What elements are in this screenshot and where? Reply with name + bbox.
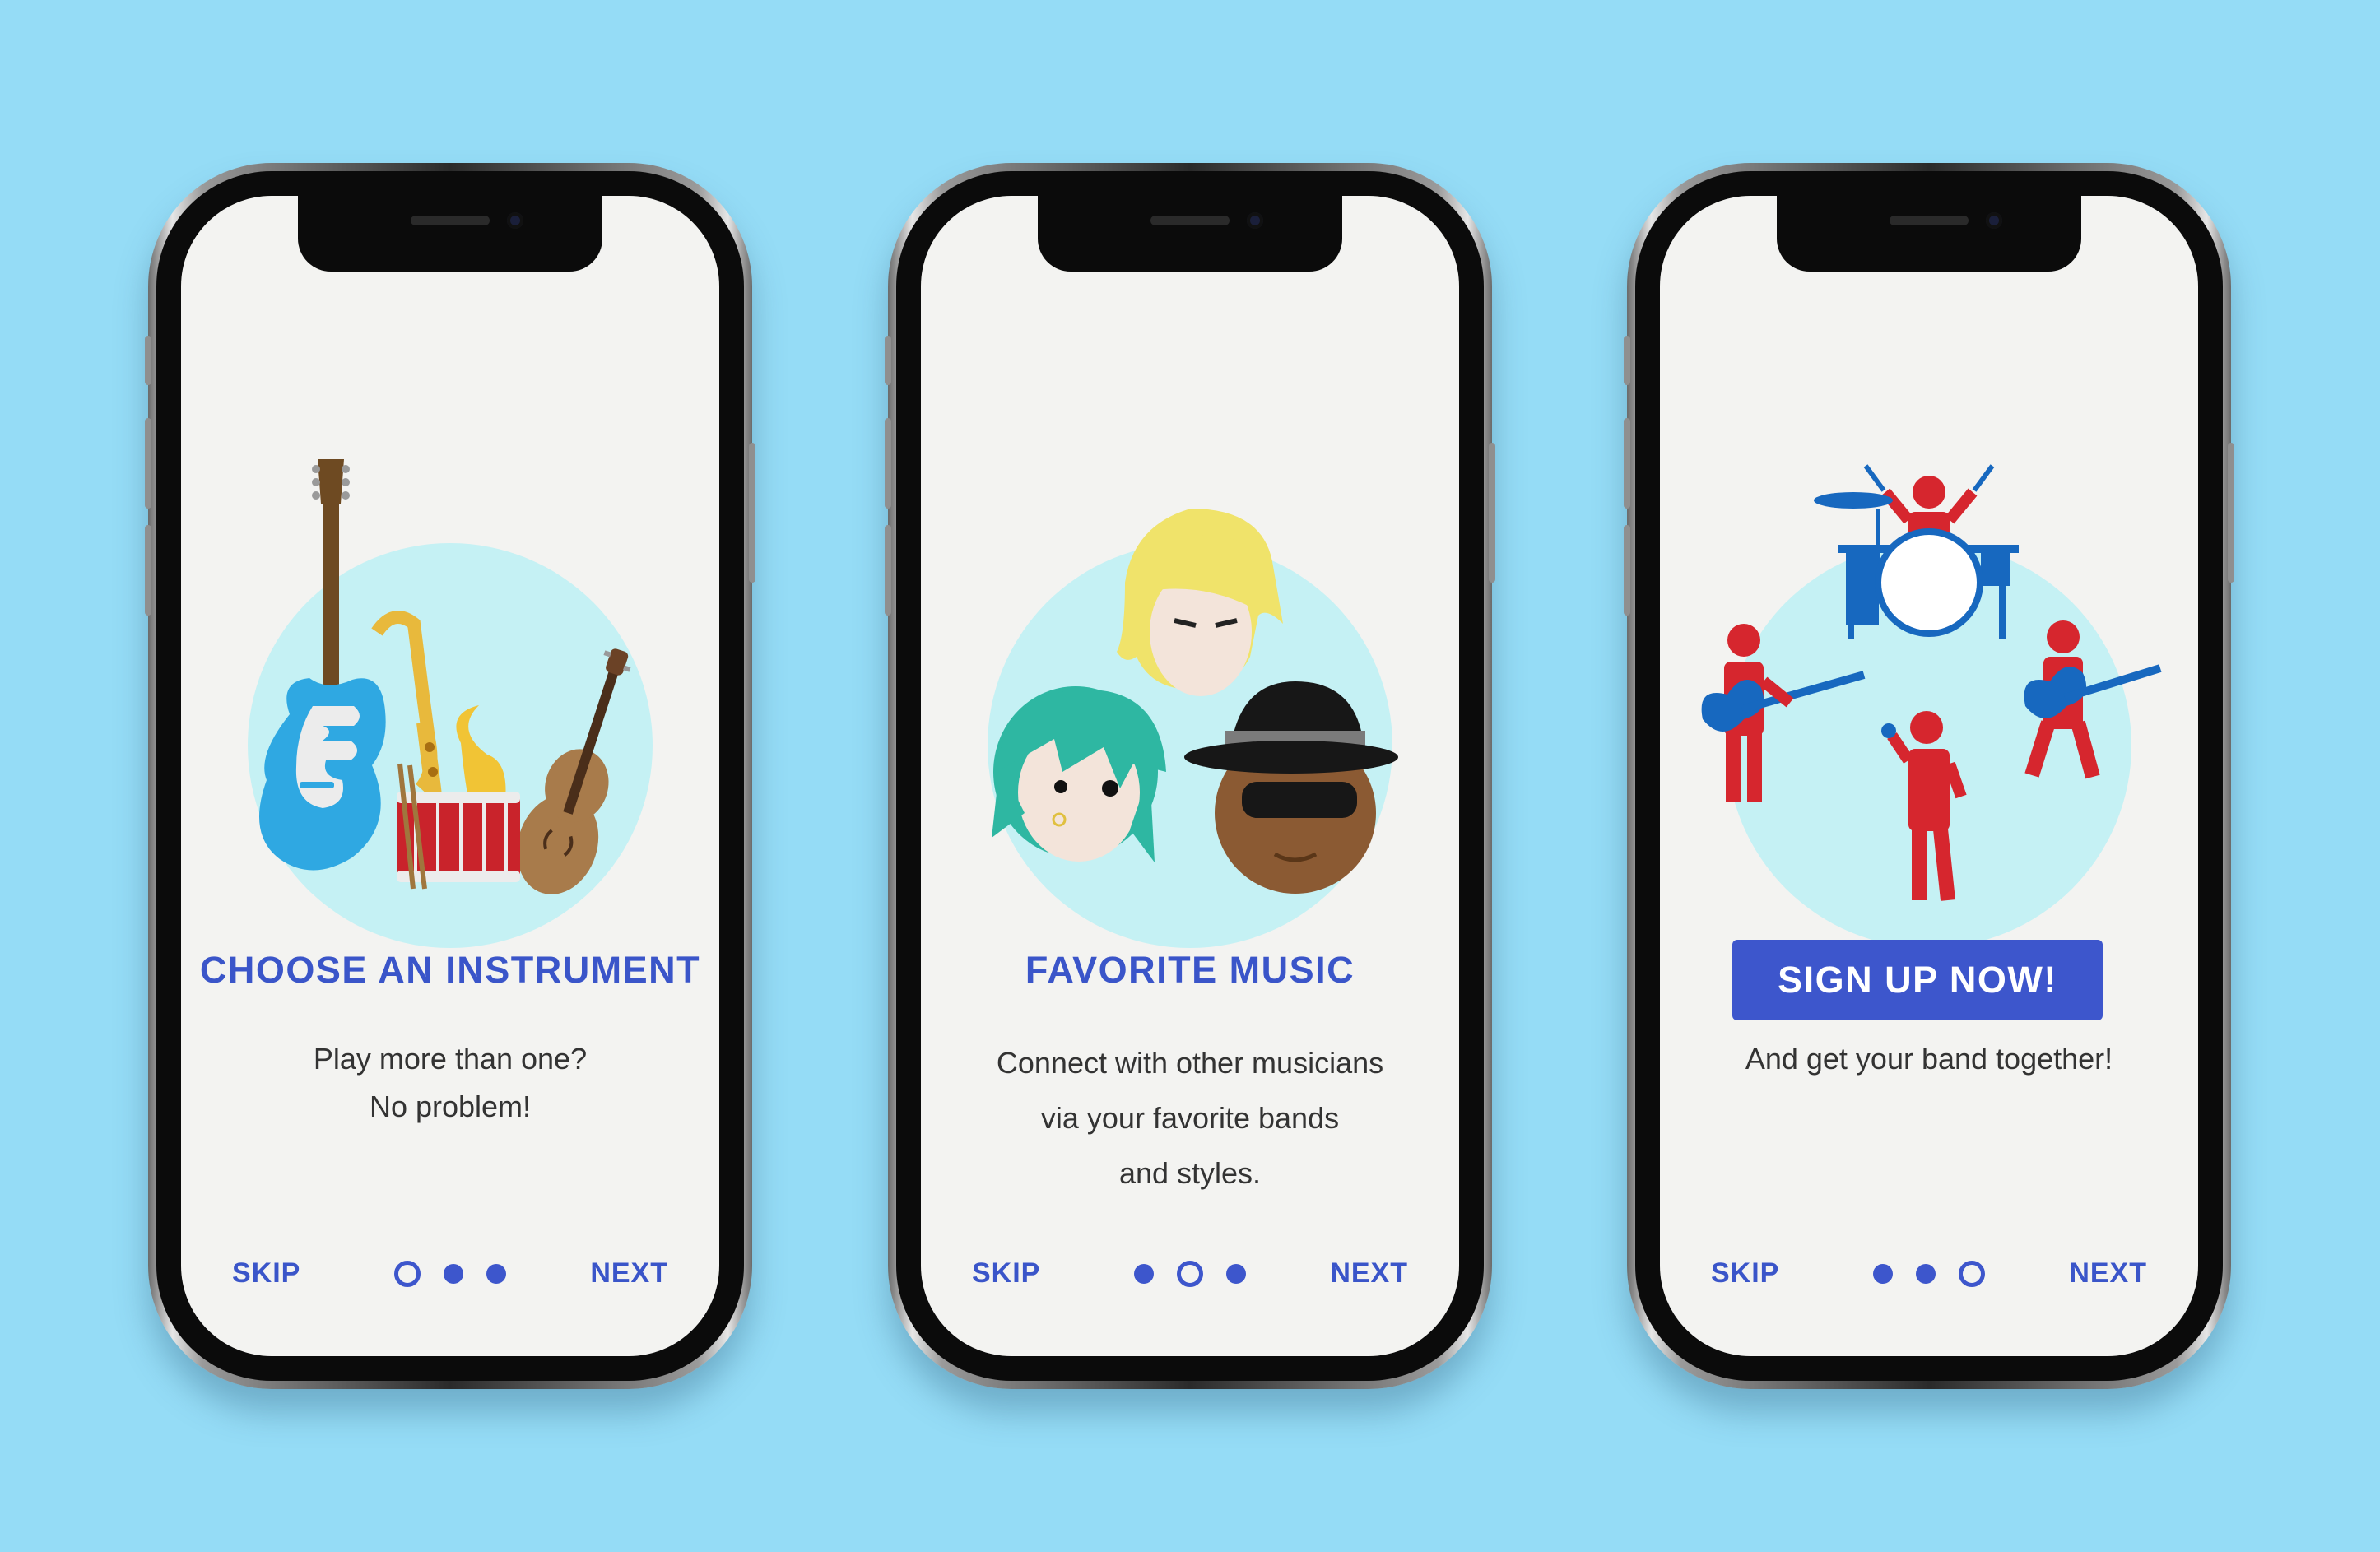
onboarding-screen-2: FAVORITE MUSIC Connect with other musici… [921, 196, 1459, 1356]
page-dot-1[interactable] [394, 1261, 421, 1287]
next-button[interactable]: NEXT [2069, 1257, 2147, 1289]
page-dot-2[interactable] [1916, 1264, 1936, 1284]
description-line: Play more than one? [313, 1042, 588, 1076]
description-line: And get your band together! [1745, 1042, 2113, 1076]
onboarding-screen-3: SIGN UP NOW! And get your band together!… [1660, 196, 2198, 1356]
page-dot-3[interactable] [486, 1264, 506, 1284]
notch [298, 196, 602, 272]
next-button[interactable]: NEXT [1330, 1257, 1408, 1289]
screen-title: FAVORITE MUSIC [1025, 949, 1355, 991]
instruments-illustration [248, 459, 653, 948]
description-line: and styles. [1118, 1156, 1262, 1190]
page-dot-2[interactable] [1177, 1261, 1203, 1287]
screen-description: Connect with other musicians via your fa… [954, 1035, 1426, 1201]
screen-title: CHOOSE AN INSTRUMENT [199, 949, 701, 991]
notch [1038, 196, 1342, 272]
screen-description: Play more than one? No problem! [214, 1035, 686, 1131]
description-line: Connect with other musicians [996, 1046, 1384, 1080]
page-dot-1[interactable] [1134, 1264, 1154, 1284]
next-button[interactable]: NEXT [590, 1257, 668, 1289]
phone-mockup-1: CHOOSE AN INSTRUMENT Play more than one?… [145, 163, 755, 1389]
description-line: No problem! [369, 1090, 532, 1123]
musicians-faces-illustration [988, 509, 1398, 948]
page-dot-1[interactable] [1873, 1264, 1893, 1284]
notch [1777, 196, 2081, 272]
sign-up-button[interactable]: SIGN UP NOW! [1732, 940, 2103, 1020]
description-line: via your favorite bands [1040, 1101, 1340, 1135]
page-dot-2[interactable] [444, 1264, 463, 1284]
onboarding-screen-1: CHOOSE AN INSTRUMENT Play more than one?… [181, 196, 719, 1356]
phone-mockup-3: SIGN UP NOW! And get your band together!… [1624, 163, 2234, 1389]
page-dot-3[interactable] [1959, 1261, 1985, 1287]
phone-mockup-2: FAVORITE MUSIC Connect with other musici… [885, 163, 1495, 1389]
page-dot-3[interactable] [1226, 1264, 1246, 1284]
band-illustration [1701, 464, 2162, 948]
screen-description: And get your band together! [1693, 1035, 2165, 1083]
